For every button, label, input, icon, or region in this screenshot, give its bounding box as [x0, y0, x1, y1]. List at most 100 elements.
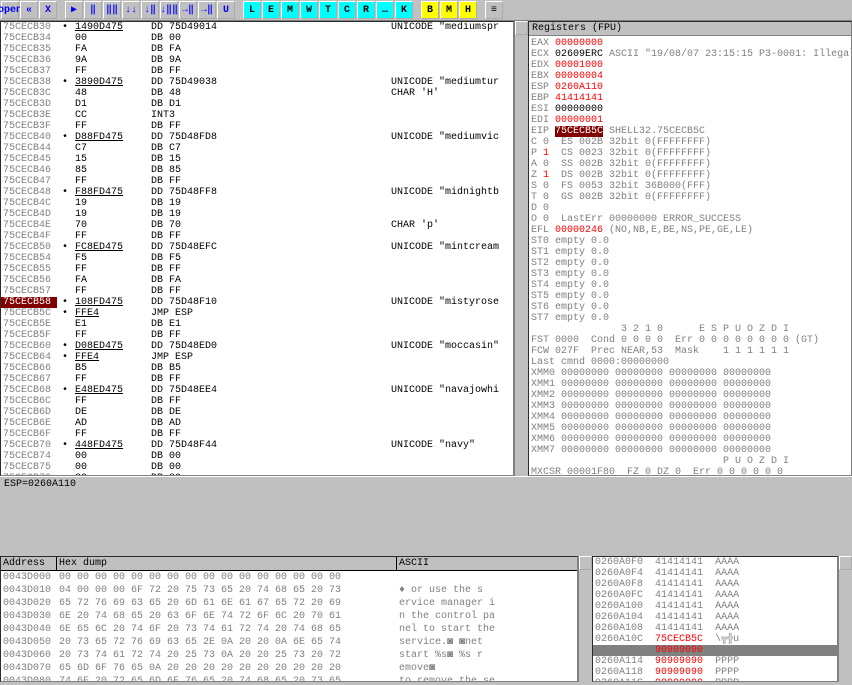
- cpu-row[interactable]: 75CECB5C• FFE4JMP ESP: [1, 308, 513, 319]
- cpu-row[interactable]: 75CECB30• 1490D475DD 75D49014UNICODE "me…: [1, 22, 513, 33]
- cpu-row[interactable]: 75CECB6C FFDB FF: [1, 396, 513, 407]
- cpu-row[interactable]: 75CECB38• 3890D475DD 75D49038UNICODE "me…: [1, 77, 513, 88]
- memory-dump-panel[interactable]: Address Hex dump ASCII 0043D00000 00 00 …: [0, 556, 578, 682]
- toolbar-button-21[interactable]: …: [376, 1, 394, 19]
- stack-row[interactable]: 0260A0F0 41414141 AAAA: [593, 557, 837, 568]
- cpu-row[interactable]: 75CECB6E ADDB AD: [1, 418, 513, 429]
- stack-row[interactable]: 0260A114 90909090 РРРР: [593, 656, 837, 667]
- cpu-row[interactable]: 75CECB4C 19DB 19: [1, 198, 513, 209]
- cpu-row[interactable]: 75CECB35 FADB FA: [1, 44, 513, 55]
- cpu-row[interactable]: 75CECB37 FFDB FF: [1, 66, 513, 77]
- cpu-row[interactable]: 75CECB46 85DB 85: [1, 165, 513, 176]
- dump-row[interactable]: 0043D00000 00 00 00 00 00 00 00 00 00 00…: [1, 571, 577, 584]
- toolbar-button-15[interactable]: E: [262, 1, 280, 19]
- register-line: EDI 00000001: [531, 115, 849, 126]
- stack-row[interactable]: 0260A110 90909090 РРРР: [593, 645, 837, 656]
- toolbar-button-7[interactable]: ↓↓: [122, 1, 140, 19]
- dump-row[interactable]: 0043D0406E 65 6C 20 74 6F 20 73 74 61 72…: [1, 623, 577, 636]
- cpu-row[interactable]: 75CECB64• FFE4JMP ESP: [1, 352, 513, 363]
- stack-scrollbar[interactable]: [838, 556, 852, 682]
- toolbar-button-28[interactable]: ≡: [485, 1, 503, 19]
- toolbar-button-25[interactable]: M: [440, 1, 458, 19]
- cpu-row[interactable]: 75CECB34 00DB 00: [1, 33, 513, 44]
- cpu-row[interactable]: 75CECB36 9ADB 9A: [1, 55, 513, 66]
- cpu-row[interactable]: 75CECB47 FFDB FF: [1, 176, 513, 187]
- stack-row[interactable]: 0260A108 41414141 AAAA: [593, 623, 837, 634]
- dump-scrollbar[interactable]: [578, 556, 592, 682]
- cpu-row[interactable]: 75CECB50• FC8ED475DD 75D48EFCUNICODE "mi…: [1, 242, 513, 253]
- cpu-row[interactable]: 75CECB48• F88FD475DD 75D48FF8UNICODE "mi…: [1, 187, 513, 198]
- toolbar-button-4[interactable]: ▶: [65, 1, 83, 19]
- stack-row[interactable]: 0260A0F4 41414141 AAAA: [593, 568, 837, 579]
- toolbar-button-17[interactable]: W: [300, 1, 318, 19]
- stack-row[interactable]: 0260A11C 90909090 РРРР: [593, 678, 837, 682]
- cpu-row[interactable]: 75CECB4F FFDB FF: [1, 231, 513, 242]
- toolbar-button-19[interactable]: C: [338, 1, 356, 19]
- register-line: EBX 00000004: [531, 71, 849, 82]
- cpu-row[interactable]: 75CECB6F FFDB FF: [1, 429, 513, 440]
- stack-row[interactable]: 0260A0F8 41414141 AAAA: [593, 579, 837, 590]
- cpu-row[interactable]: 75CECB3D D1DB D1: [1, 99, 513, 110]
- registers-panel[interactable]: Registers (FPU) EAX 00000000ECX 02609ERC…: [528, 21, 852, 476]
- toolbar-button-11[interactable]: →‖: [198, 1, 216, 19]
- cpu-row[interactable]: 75CECB55 FFDB FF: [1, 264, 513, 275]
- toolbar-button-12[interactable]: U: [217, 1, 235, 19]
- register-line: ST4 empty 0.0: [531, 280, 849, 291]
- cpu-row[interactable]: 75CECB57 FFDB FF: [1, 286, 513, 297]
- cpu-row[interactable]: 75CECB4D 19DB 19: [1, 209, 513, 220]
- toolbar-button-2[interactable]: X: [39, 1, 57, 19]
- dump-row[interactable]: 0043D02065 72 76 69 63 65 20 6D 61 6E 61…: [1, 597, 577, 610]
- cpu-row[interactable]: 75CECB56 FADB FA: [1, 275, 513, 286]
- toolbar-button-20[interactable]: R: [357, 1, 375, 19]
- toolbar-button-5[interactable]: ‖: [84, 1, 102, 19]
- toolbar-button-18[interactable]: T: [319, 1, 337, 19]
- stack-panel[interactable]: 0260A0F0 41414141 AAAA0260A0F4 41414141 …: [592, 556, 838, 682]
- register-line: ST1 empty 0.0: [531, 247, 849, 258]
- dump-row[interactable]: 0043D07065 6D 6F 76 65 0A 20 20 20 20 20…: [1, 662, 577, 675]
- cpu-row[interactable]: 75CECB58• 108FD475DD 75D48F10UNICODE "mi…: [1, 297, 513, 308]
- dump-row[interactable]: 0043D08074 6F 20 72 65 6D 6F 76 65 20 74…: [1, 675, 577, 682]
- stack-row[interactable]: 0260A0FC 41414141 AAAA: [593, 590, 837, 601]
- toolbar-button-8[interactable]: ↓‖: [141, 1, 159, 19]
- cpu-row[interactable]: 75CECB5E E1DB E1: [1, 319, 513, 330]
- toolbar-button-14[interactable]: L: [243, 1, 261, 19]
- dump-row[interactable]: 0043D0306E 20 74 68 65 20 63 6F 6E 74 72…: [1, 610, 577, 623]
- toolbar-button-26[interactable]: H: [459, 1, 477, 19]
- toolbar-button-10[interactable]: →‖: [179, 1, 197, 19]
- dump-row[interactable]: 0043D06020 73 74 61 72 74 20 25 73 0A 20…: [1, 649, 577, 662]
- cpu-row[interactable]: 75CECB75 00DB 00: [1, 462, 513, 473]
- toolbar-button-16[interactable]: M: [281, 1, 299, 19]
- stack-row[interactable]: 0260A10C 75CECB5C \╦╬u: [593, 634, 837, 645]
- cpu-row[interactable]: 75CECB76 80DB 80: [1, 473, 513, 476]
- cpu-scrollbar[interactable]: [514, 21, 528, 476]
- cpu-row[interactable]: 75CECB3C 48DB 48CHAR 'H': [1, 88, 513, 99]
- cpu-row[interactable]: 75CECB44 C7DB C7: [1, 143, 513, 154]
- stack-row[interactable]: 0260A118 90909090 РРРР: [593, 667, 837, 678]
- cpu-row[interactable]: 75CECB6D DEDB DE: [1, 407, 513, 418]
- toolbar-button-24[interactable]: B: [421, 1, 439, 19]
- cpu-row[interactable]: 75CECB60• D08ED475DD 75D48ED0UNICODE "mo…: [1, 341, 513, 352]
- cpu-row[interactable]: 75CECB70• 448FD475DD 75D48F44UNICODE "na…: [1, 440, 513, 451]
- cpu-row[interactable]: 75CECB5F FFDB FF: [1, 330, 513, 341]
- stack-row[interactable]: 0260A104 41414141 AAAA: [593, 612, 837, 623]
- toolbar-button-6[interactable]: ‖‖: [103, 1, 121, 19]
- dump-row[interactable]: 0043D05020 73 65 72 76 69 63 65 2E 0A 20…: [1, 636, 577, 649]
- dump-row[interactable]: 0043D01004 00 00 00 6F 72 20 75 73 65 20…: [1, 584, 577, 597]
- cpu-row[interactable]: 75CECB4E 70DB 70CHAR 'p': [1, 220, 513, 231]
- toolbar-button-9[interactable]: ↓‖‖: [160, 1, 178, 19]
- cpu-row[interactable]: 75CECB40• D88FD475DD 75D48FD8UNICODE "me…: [1, 132, 513, 143]
- cpu-row[interactable]: 75CECB66 B5DB B5: [1, 363, 513, 374]
- toolbar-button-22[interactable]: K: [395, 1, 413, 19]
- cpu-row[interactable]: 75CECB74 00DB 00: [1, 451, 513, 462]
- cpu-row[interactable]: 75CECB3F FFDB FF: [1, 121, 513, 132]
- cpu-row[interactable]: 75CECB3E CCINT3: [1, 110, 513, 121]
- cpu-row[interactable]: 75CECB45 15DB 15: [1, 154, 513, 165]
- toolbar-button-0[interactable]: open: [1, 1, 19, 19]
- register-line: ESP 0260A110: [531, 82, 849, 93]
- toolbar-button-1[interactable]: «: [20, 1, 38, 19]
- cpu-disassembly-panel[interactable]: 75CECB30• 1490D475DD 75D49014UNICODE "me…: [0, 21, 514, 476]
- cpu-row[interactable]: 75CECB67 FFDB FF: [1, 374, 513, 385]
- cpu-row[interactable]: 75CECB68• E48ED475DD 75D48EE4UNICODE "na…: [1, 385, 513, 396]
- cpu-row[interactable]: 75CECB54 F5DB F5: [1, 253, 513, 264]
- stack-row[interactable]: 0260A100 41414141 AAAA: [593, 601, 837, 612]
